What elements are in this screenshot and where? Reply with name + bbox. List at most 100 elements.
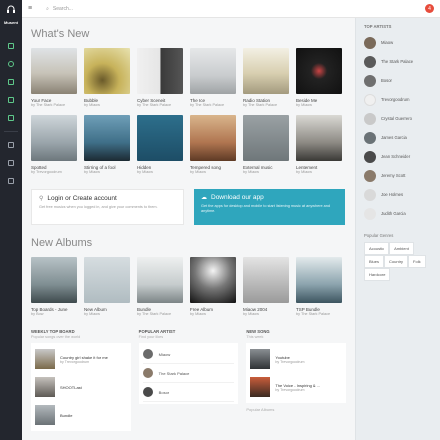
album-card[interactable]: TSP Bundle by The Stark Palace xyxy=(296,257,342,316)
artist-name[interactable]: Joe Holmes xyxy=(381,192,403,197)
artist-name[interactable]: Crystal Guerrero xyxy=(381,116,412,121)
album-artist[interactable]: by Miaow xyxy=(84,312,130,316)
album-card[interactable]: Hidden by Miaow xyxy=(137,115,183,174)
artist-row[interactable]: Judith Garcia xyxy=(364,204,432,223)
album-artist[interactable]: by Bow xyxy=(31,312,77,316)
login-title[interactable]: Login or Create account xyxy=(47,195,116,202)
avatar[interactable] xyxy=(364,169,376,182)
album-cover[interactable] xyxy=(243,257,289,303)
artist-name[interactable]: Miaow xyxy=(159,352,171,357)
genre-tag[interactable]: Acoustic xyxy=(364,242,390,255)
artist-row[interactable]: Jean Schneider xyxy=(364,147,432,166)
album-cover[interactable] xyxy=(296,48,342,94)
genre-tag[interactable]: Folk xyxy=(408,255,426,268)
album-artist[interactable]: by Miaow xyxy=(84,170,130,174)
album-card[interactable]: Lentement by Miaow xyxy=(296,115,342,174)
artist-name[interactable]: The Stark Palace xyxy=(159,371,190,376)
avatar[interactable] xyxy=(364,207,376,220)
avatar[interactable] xyxy=(364,150,376,163)
album-card[interactable]: Beside Me by Miaow xyxy=(296,48,342,107)
grid-icon[interactable] xyxy=(0,91,22,109)
song-artist[interactable]: by Trevorgoodrum xyxy=(275,360,304,364)
artist-row[interactable]: James Garcia xyxy=(364,128,432,147)
avatar[interactable] xyxy=(364,131,376,144)
artist-row[interactable]: The Stark Palace xyxy=(364,52,432,71)
album-cover[interactable] xyxy=(137,115,183,161)
avatar[interactable] xyxy=(142,349,153,359)
video-icon[interactable] xyxy=(0,109,22,127)
download-title[interactable]: Download our app xyxy=(211,194,264,201)
album-artist[interactable]: by The Stark Palace xyxy=(190,103,236,107)
search-input[interactable]: Search... xyxy=(53,6,73,12)
album-cover[interactable] xyxy=(31,48,77,94)
artist-row[interactable]: Bosor xyxy=(142,383,235,402)
login-box[interactable]: ⚲ Login or Create account Get free music… xyxy=(31,189,184,225)
album-cover[interactable] xyxy=(190,115,236,161)
user-icon[interactable] xyxy=(0,73,22,91)
album-artist[interactable]: by Miaow xyxy=(84,103,130,107)
artist-row[interactable]: The Stark Palace xyxy=(142,364,235,383)
download-box[interactable]: ☁ Download our app Get the apps for desk… xyxy=(194,189,345,225)
album-cover[interactable] xyxy=(84,115,130,161)
album-artist[interactable]: by The Stark Palace xyxy=(31,103,77,107)
song-cover[interactable] xyxy=(250,349,271,369)
list-item[interactable]: The Voice - Inspiring & ... by Trevorgood… xyxy=(250,373,342,401)
artist-row[interactable]: Bosor xyxy=(364,71,432,90)
avatar[interactable] xyxy=(364,93,376,106)
album-card[interactable]: Stirring of a fool by Miaow xyxy=(84,115,130,174)
artist-row[interactable]: Joe Holmes xyxy=(364,185,432,204)
album-cover[interactable] xyxy=(31,257,77,303)
bookmark-icon[interactable] xyxy=(0,136,22,154)
album-cover[interactable] xyxy=(296,115,342,161)
album-artist[interactable]: by Miaow xyxy=(190,312,236,316)
album-card[interactable]: Top Boards - June by Bow xyxy=(31,257,77,316)
album-cover[interactable] xyxy=(31,115,77,161)
avatar[interactable] xyxy=(364,36,376,49)
artist-row[interactable]: Crystal Guerrero xyxy=(364,109,432,128)
album-cover[interactable] xyxy=(243,48,289,94)
song-artist[interactable]: by Trevorgoodrum xyxy=(275,388,320,392)
song-title[interactable]: The Voice - Inspiring & ... xyxy=(275,383,320,388)
album-cover[interactable] xyxy=(190,48,236,94)
album-card[interactable]: Tempered song by Miaow xyxy=(190,115,236,174)
avatar[interactable] xyxy=(142,368,153,378)
song-cover[interactable] xyxy=(35,377,55,397)
avatar[interactable] xyxy=(364,112,376,125)
artist-row[interactable]: Trevorgoodrum xyxy=(364,90,432,109)
album-card[interactable]: External music by Miaow xyxy=(243,115,289,174)
song-title[interactable]: SHOOTLast xyxy=(60,385,82,390)
album-artist[interactable]: by Miaow xyxy=(243,312,289,316)
list-item[interactable]: SHOOTLast xyxy=(35,373,127,401)
album-cover[interactable] xyxy=(190,257,236,303)
album-artist[interactable]: by The Stark Palace xyxy=(243,103,289,107)
artist-name[interactable]: Judith Garcia xyxy=(381,211,406,216)
artist-name[interactable]: The Stark Palace xyxy=(381,59,413,64)
artist-row[interactable]: Miaow xyxy=(142,345,235,364)
album-artist[interactable]: by Miaow xyxy=(137,170,183,174)
playlist-icon[interactable] xyxy=(0,154,22,172)
album-card[interactable]: Free Album by Miaow xyxy=(190,257,236,316)
album-cover[interactable] xyxy=(84,257,130,303)
avatar[interactable] xyxy=(364,55,376,68)
album-card[interactable]: Bundle by The Stark Palace xyxy=(137,257,183,316)
login-heading[interactable]: ⚲ Login or Create account xyxy=(39,195,176,202)
artist-name[interactable]: Miaow xyxy=(381,40,393,45)
headphones-logo-icon[interactable] xyxy=(0,0,22,18)
album-artist[interactable]: by Miaow xyxy=(243,170,289,174)
album-card[interactable]: New Album by Miaow xyxy=(84,257,130,316)
album-cover[interactable] xyxy=(137,257,183,303)
download-heading[interactable]: ☁ Download our app xyxy=(201,194,338,201)
album-card[interactable]: The Ice by The Stark Palace xyxy=(190,48,236,107)
album-card[interactable]: Cyber Sceneit by The Stark Palace xyxy=(137,48,183,107)
album-artist[interactable]: by Trevorgoodrum xyxy=(31,170,77,174)
album-artist[interactable]: by The Stark Palace xyxy=(137,312,183,316)
album-cover[interactable] xyxy=(137,48,183,94)
list-item[interactable]: Youtube by Trevorgoodrum xyxy=(250,345,342,373)
notification-badge[interactable]: 4 xyxy=(425,4,434,13)
genre-tag[interactable]: Ambient xyxy=(389,242,414,255)
song-cover[interactable] xyxy=(250,377,271,397)
artist-name[interactable]: Jean Schneider xyxy=(381,154,410,159)
album-artist[interactable]: by The Stark Palace xyxy=(296,312,342,316)
album-artist[interactable]: by The Stark Palace xyxy=(137,103,183,107)
album-artist[interactable]: by Miaow xyxy=(190,170,236,174)
